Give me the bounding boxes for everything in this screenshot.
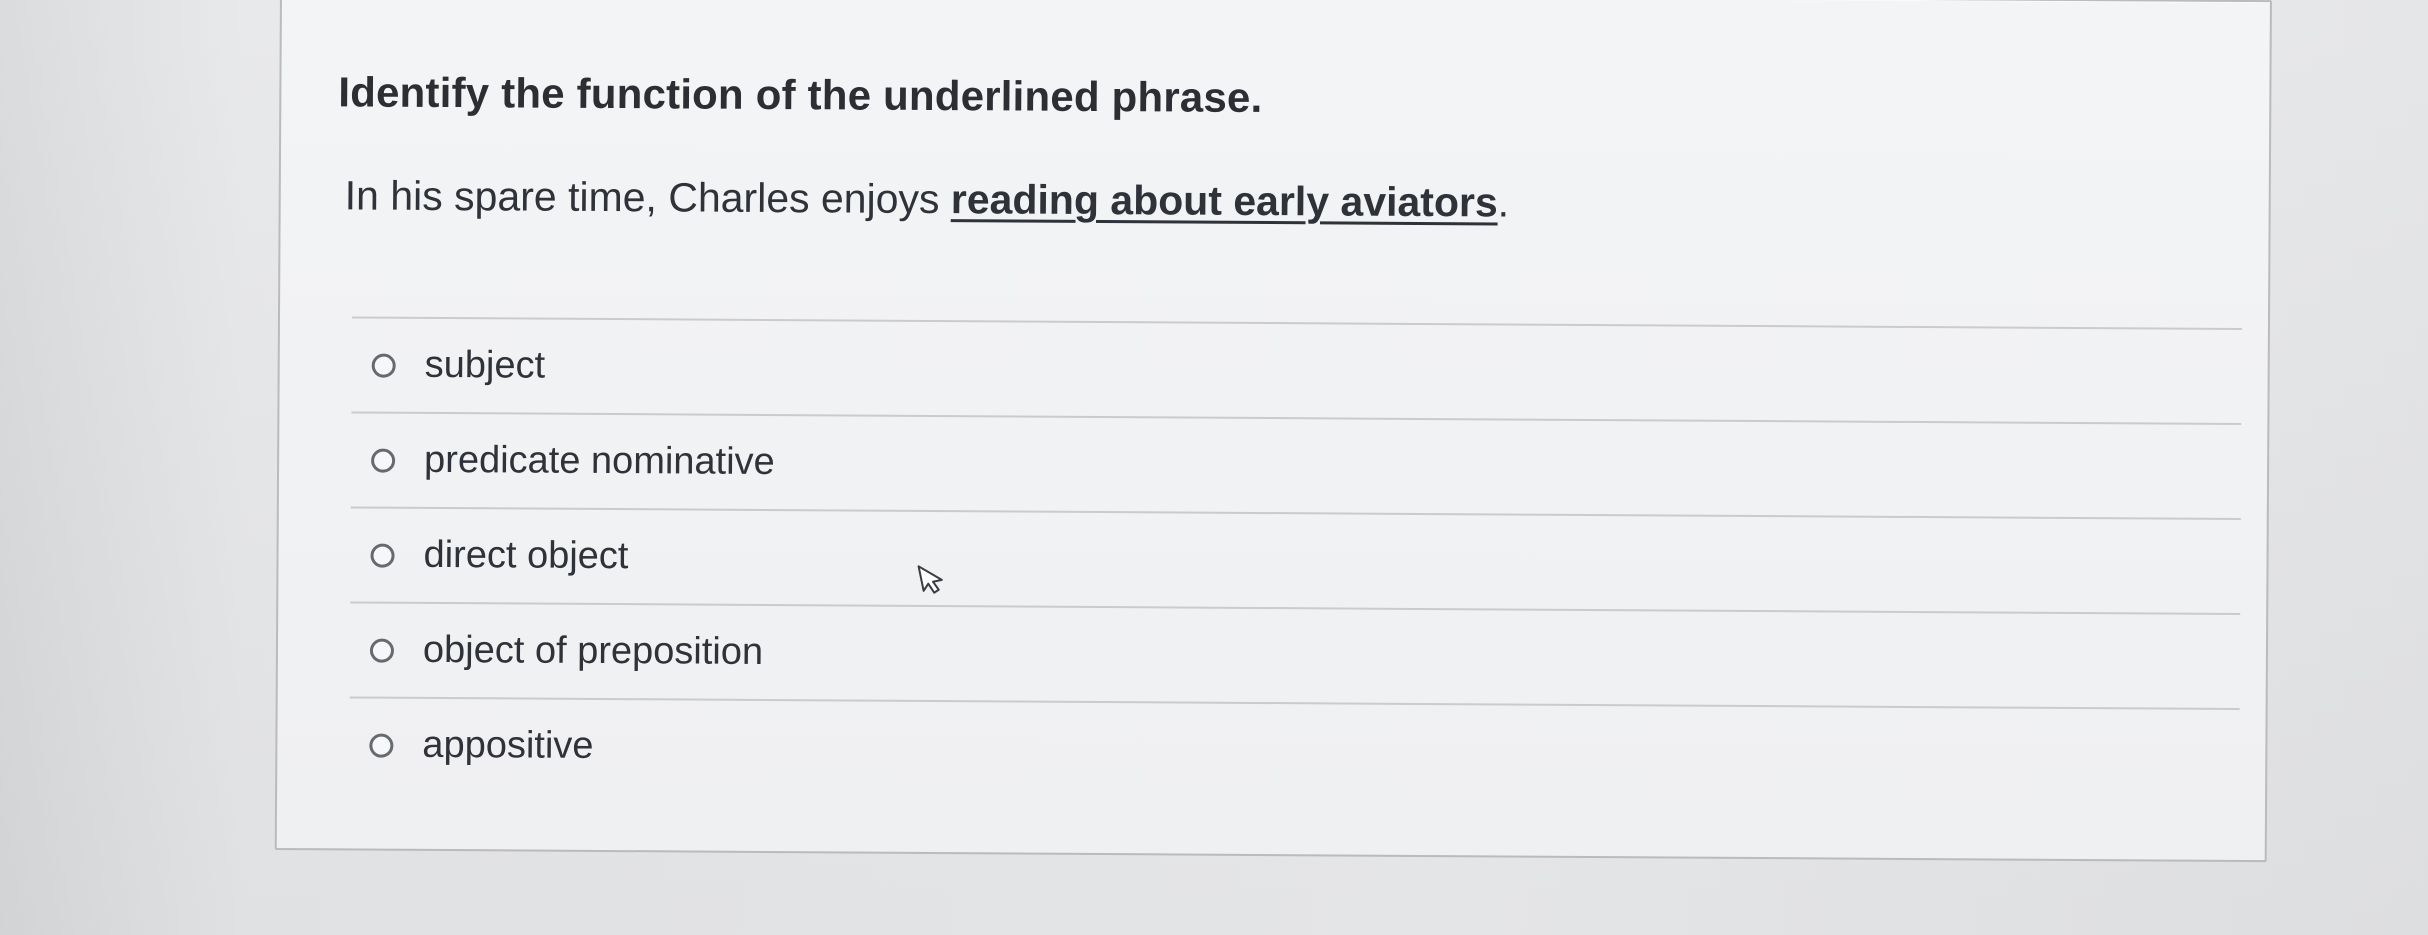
answer-label: object of preposition [422, 628, 764, 673]
radio-button[interactable] [369, 638, 395, 663]
answer-label: appositive [422, 723, 594, 767]
question-prompt: Identify the function of the underlined … [338, 68, 1263, 122]
radio-button[interactable] [370, 543, 395, 568]
answer-choices: subject predicate nominative direct obje… [349, 316, 2242, 803]
answer-option-appositive[interactable]: appositive [349, 698, 2240, 803]
radio-button[interactable] [371, 448, 396, 473]
question-card: Identify the function of the underlined … [274, 0, 2272, 863]
question-sentence: In his spare time, Charles enjoys readin… [345, 172, 1510, 226]
answer-label: direct object [423, 533, 629, 578]
answer-label: predicate nominative [423, 438, 775, 484]
radio-button[interactable] [369, 733, 394, 758]
answer-option-direct-object[interactable]: direct object [350, 508, 2241, 613]
sentence-end: . [1497, 179, 1510, 226]
underlined-phrase: reading about early aviators [950, 176, 1498, 226]
radio-button[interactable] [371, 353, 396, 378]
answer-option-predicate-nominative[interactable]: predicate nominative [351, 413, 2242, 518]
answer-label: subject [424, 343, 546, 387]
answer-option-object-of-preposition[interactable]: object of preposition [350, 603, 2241, 708]
answer-option-subject[interactable]: subject [351, 318, 2242, 423]
sentence-start: In his spare time, Charles enjoys [344, 172, 952, 223]
